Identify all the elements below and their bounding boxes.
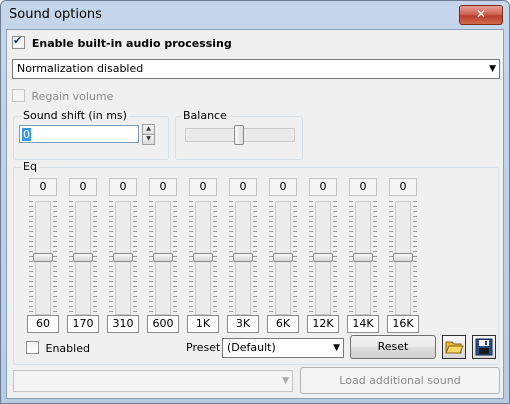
dialog-client-area: Enable built-in audio processing Normali…: [6, 29, 504, 399]
close-button[interactable]: ✕: [459, 5, 503, 25]
eq-tick-marks: [333, 201, 337, 313]
balance-slider-thumb[interactable]: [234, 125, 244, 145]
eq-slider-thumb[interactable]: [153, 253, 173, 262]
preset-dropdown[interactable]: (Default) ▼: [222, 338, 344, 358]
reset-button[interactable]: Reset: [350, 335, 436, 359]
sound-shift-input[interactable]: 0: [19, 125, 139, 143]
eq-gain-value: 0: [29, 178, 57, 196]
eq-enabled-label: Enabled: [45, 342, 90, 355]
eq-tick-marks: [213, 201, 217, 313]
normalization-selected: Normalization disabled: [17, 62, 144, 75]
enable-processing-row[interactable]: Enable built-in audio processing: [12, 34, 232, 50]
sound-options-window: Sound options ✕ Enable built-in audio pr…: [0, 0, 510, 404]
eq-frequency-label: 3K: [227, 315, 259, 333]
eq-frequency-label: 1K: [187, 315, 219, 333]
preset-selected: (Default): [227, 341, 276, 354]
eq-gain-value: 0: [149, 178, 177, 196]
eq-enabled-checkbox[interactable]: [26, 341, 39, 354]
balance-label: Balance: [181, 109, 229, 122]
eq-tick-marks: [373, 201, 377, 313]
eq-tick-marks: [253, 201, 257, 313]
eq-gain-value: 0: [389, 178, 417, 196]
floppy-save-icon: [475, 338, 493, 356]
chevron-down-icon: ▼: [489, 64, 496, 74]
load-additional-sound-button[interactable]: Load additional sound: [300, 367, 500, 394]
eq-slider-thumb[interactable]: [273, 253, 293, 262]
chevron-down-icon: ▼: [333, 343, 340, 353]
eq-frequency-label: 12K: [307, 315, 339, 333]
chevron-down-icon: ▼: [282, 376, 289, 386]
window-title: Sound options: [9, 7, 102, 22]
title-bar[interactable]: Sound options ✕: [1, 1, 509, 29]
eq-label: Eq: [21, 160, 39, 173]
eq-slider-thumb[interactable]: [73, 253, 93, 262]
eq-enabled-row[interactable]: Enabled: [26, 341, 90, 355]
sound-shift-value: 0: [22, 128, 31, 141]
enable-processing-checkbox[interactable]: [12, 34, 25, 49]
eq-frequency-label: 600: [147, 315, 179, 333]
eq-frequency-label: 16K: [387, 315, 419, 333]
eq-slider-thumb[interactable]: [193, 253, 213, 262]
eq-frequency-label: 170: [67, 315, 99, 333]
regain-volume-checkbox[interactable]: [12, 89, 25, 102]
eq-slider-thumb[interactable]: [313, 253, 333, 262]
eq-slider-thumb[interactable]: [353, 253, 373, 262]
eq-slider-thumb[interactable]: [233, 253, 253, 262]
eq-gain-value: 0: [229, 178, 257, 196]
regain-volume-label: Regain volume: [31, 90, 114, 103]
sound-shift-label: Sound shift (in ms): [21, 109, 129, 122]
eq-frequency-label: 14K: [347, 315, 379, 333]
eq-slider-thumb[interactable]: [393, 253, 413, 262]
regain-volume-row[interactable]: Regain volume: [12, 89, 113, 103]
eq-slider-thumb[interactable]: [33, 253, 53, 262]
eq-gain-value: 0: [269, 178, 297, 196]
preset-label: Preset: [186, 341, 221, 354]
eq-frequency-label: 6K: [267, 315, 299, 333]
eq-tick-marks: [413, 201, 417, 313]
eq-gain-value: 0: [349, 178, 377, 196]
eq-tick-marks: [93, 201, 97, 313]
enable-processing-label: Enable built-in audio processing: [31, 37, 232, 50]
eq-tick-marks: [293, 201, 297, 313]
spin-down-button[interactable]: ▼: [142, 134, 155, 145]
save-preset-button[interactable]: [472, 335, 496, 359]
open-preset-button[interactable]: [442, 335, 466, 359]
eq-tick-marks: [173, 201, 177, 313]
eq-slider-thumb[interactable]: [113, 253, 133, 262]
eq-tick-marks: [53, 201, 57, 313]
eq-frequency-label: 60: [27, 315, 59, 333]
folder-open-icon: [445, 341, 464, 354]
normalization-dropdown[interactable]: Normalization disabled ▼: [12, 59, 500, 79]
eq-gain-value: 0: [189, 178, 217, 196]
eq-gain-value: 0: [109, 178, 137, 196]
eq-tick-marks: [133, 201, 137, 313]
eq-gain-value: 0: [69, 178, 97, 196]
eq-frequency-label: 310: [107, 315, 139, 333]
eq-gain-value: 0: [309, 178, 337, 196]
additional-sound-dropdown[interactable]: ▼: [13, 370, 293, 392]
